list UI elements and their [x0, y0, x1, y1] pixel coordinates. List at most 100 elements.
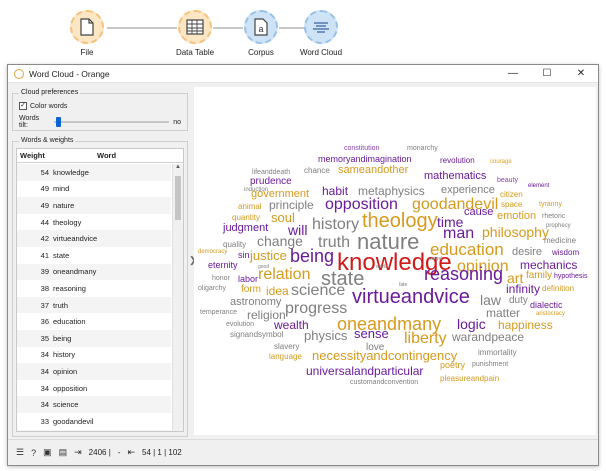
table-row[interactable]: 35 being	[17, 329, 171, 347]
file-widget-icon	[70, 10, 104, 44]
cloud-word: philosophy	[482, 224, 549, 240]
cloud-word: family	[526, 270, 553, 281]
cloud-word: pleasureandpain	[440, 374, 500, 383]
orange-app-icon	[14, 68, 24, 79]
cloud-preferences-group: Cloud preferences ✓ Color words Words ti…	[12, 89, 188, 131]
node-label: Data Table	[175, 48, 215, 57]
word-cell: oneandmany	[53, 267, 97, 277]
words-tilt-slider[interactable]	[53, 117, 170, 127]
cloud-word: punishment	[472, 361, 509, 368]
word-cell: nature	[53, 200, 75, 210]
cloud-word: experience	[441, 184, 495, 196]
help-icon[interactable]: ?	[31, 448, 36, 458]
table-header: Weight Word	[17, 149, 183, 163]
cloud-word: form	[241, 284, 261, 295]
weight-cell: 42	[40, 234, 49, 244]
cloud-word: being	[290, 246, 335, 266]
cloud-word: cause	[464, 206, 494, 218]
word-cell: opposition	[53, 383, 88, 393]
table-row[interactable]: 34 history	[17, 347, 171, 364]
cloud-word: oligarchy	[198, 285, 227, 292]
color-words-option[interactable]: ✓ Color words	[19, 102, 181, 110]
cloud-word: law	[480, 292, 502, 308]
group-title: Cloud preferences	[19, 89, 81, 96]
weight-column-header[interactable]: Weight	[17, 151, 67, 160]
weight-cell: 34	[40, 366, 49, 376]
table-row[interactable]: 49 nature	[17, 197, 171, 214]
cloud-word: eternity	[208, 260, 238, 270]
word-cell: state	[53, 250, 70, 260]
table-row[interactable]: 34 science	[17, 396, 171, 413]
cloud-word: astronomy	[230, 296, 282, 308]
minimize-button[interactable]: —	[496, 65, 530, 83]
cloud-word: quality	[223, 240, 247, 249]
table-row[interactable]: 39 oneandmany	[17, 263, 171, 281]
cloud-word: memoryandimagination	[318, 154, 412, 164]
cloud-word: dialectic	[530, 300, 563, 310]
cloud-word: necessityandcontingency	[312, 348, 458, 363]
word-cloud-window: Word Cloud - Orange — ☐ ✕ Cloud preferen…	[7, 64, 599, 466]
cloud-word: reasoning	[424, 264, 504, 284]
weight-cell: 36	[40, 317, 49, 327]
node-word-cloud[interactable]: Word Cloud	[286, 10, 356, 57]
scroll-up-icon[interactable]: ▲	[173, 164, 183, 174]
word-column-header[interactable]: Word	[67, 151, 183, 160]
table-icon	[178, 10, 212, 44]
cloud-word: duty	[509, 295, 528, 306]
words-tilt-row: Words tilt: no	[19, 115, 181, 129]
color-words-checkbox[interactable]: ✓	[19, 102, 27, 110]
node-file[interactable]: File	[52, 10, 122, 57]
table-row[interactable]: 44 theology	[17, 214, 171, 231]
table-row[interactable]: 41 state	[17, 247, 171, 264]
node-label: File	[80, 48, 94, 57]
cloud-word: immortality	[478, 348, 517, 357]
table-row[interactable]: 37 truth	[17, 296, 171, 314]
cloud-word: element	[528, 183, 550, 189]
word-cell: truth	[53, 300, 69, 310]
word-cell: reasoning	[53, 283, 86, 293]
table-row[interactable]: 33 goodandevil	[17, 413, 171, 430]
weight-cell: 49	[40, 200, 49, 210]
table-row[interactable]: 54 knowledge	[17, 164, 171, 181]
window-title: Word Cloud - Orange	[29, 68, 110, 79]
scroll-thumb[interactable]	[175, 176, 181, 220]
cloud-word: prudence	[250, 176, 292, 187]
weight-cell: 33	[40, 416, 49, 426]
table-row[interactable]: 49 mind	[17, 181, 171, 198]
table-row[interactable]: 36 education	[17, 313, 171, 330]
close-button[interactable]: ✕	[564, 65, 598, 83]
cloud-word: physics	[304, 328, 348, 343]
title-bar[interactable]: Word Cloud - Orange — ☐ ✕	[8, 65, 598, 83]
save-icon[interactable]: ▣	[43, 447, 52, 458]
table-row[interactable]: 38 reasoning	[17, 280, 171, 297]
cloud-word: desire	[512, 246, 542, 258]
table-row[interactable]: 34 opinion	[17, 363, 171, 380]
cloud-word: universalandparticular	[306, 364, 424, 378]
svg-text:a: a	[258, 24, 263, 34]
cloud-word: honor	[212, 275, 230, 282]
words-tilt-label: Words tilt:	[19, 115, 40, 129]
cloud-word: sense	[354, 326, 389, 341]
menu-icon[interactable]: ☰	[16, 447, 24, 458]
table-row[interactable]: 34 opposition	[17, 380, 171, 397]
cloud-word: theology	[362, 210, 438, 232]
cloud-word: angel	[430, 256, 443, 262]
report-icon[interactable]: ▤	[59, 447, 68, 458]
cloud-word: poetry	[440, 360, 466, 370]
table-row[interactable]: 33man	[17, 429, 171, 431]
table-scrollbar[interactable]: ▲	[172, 164, 183, 431]
weight-cell: 39	[40, 267, 49, 277]
table-row[interactable]: 42 virtueandvice	[17, 230, 171, 247]
node-label: Word Cloud	[299, 48, 343, 57]
word-cell: science	[53, 400, 79, 410]
control-panel: Cloud preferences ✓ Color words Words ti…	[12, 87, 188, 437]
words-table[interactable]: Weight Word 54 knowledge 49 mind 49 nature 44 t…	[16, 148, 184, 432]
slider-handle[interactable]	[55, 117, 61, 127]
cloud-word: history	[312, 216, 360, 233]
node-data-table[interactable]: Data Table	[160, 10, 230, 57]
cloud-word: democracy	[198, 249, 228, 255]
weight-cell: 35	[40, 333, 49, 343]
cloud-word: virtueandvice	[352, 286, 470, 308]
maximize-button[interactable]: ☐	[530, 65, 564, 83]
cloud-word: chance	[304, 166, 330, 175]
